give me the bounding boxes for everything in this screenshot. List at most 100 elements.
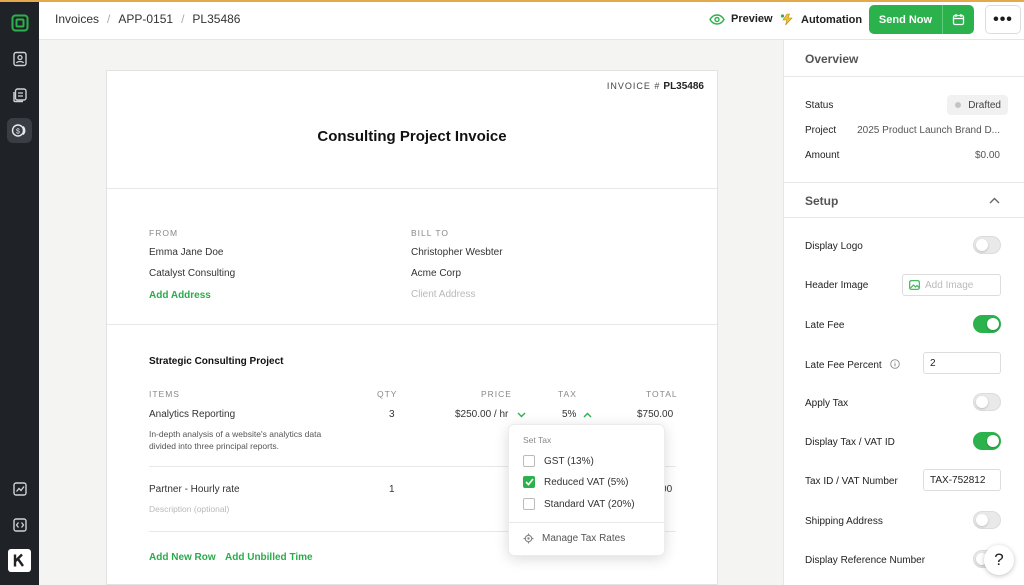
project-label: Project bbox=[805, 125, 837, 136]
item-name[interactable]: Analytics Reporting bbox=[149, 409, 235, 420]
breadcrumb-invoices[interactable]: Invoices bbox=[55, 12, 99, 26]
tax-option-gst[interactable]: GST (13%) bbox=[523, 455, 594, 467]
status-value: Drafted bbox=[968, 99, 1001, 111]
left-rail: $ bbox=[0, 2, 39, 585]
from-label: FROM bbox=[149, 228, 179, 238]
calendar-icon bbox=[952, 14, 965, 26]
chevron-up-icon[interactable] bbox=[989, 197, 1000, 204]
info-icon[interactable] bbox=[889, 359, 900, 369]
project-title[interactable]: Strategic Consulting Project bbox=[149, 356, 283, 367]
late-fee-percent-text: Late Fee Percent bbox=[805, 360, 882, 371]
add-new-row-link[interactable]: Add New Row bbox=[149, 552, 216, 563]
preview-button[interactable]: Preview bbox=[709, 13, 773, 25]
add-image-button[interactable]: Add Image bbox=[902, 274, 1001, 296]
breadcrumb-separator: / bbox=[181, 12, 185, 26]
checkbox-icon[interactable] bbox=[523, 498, 535, 510]
amount-value: $0.00 bbox=[974, 150, 1000, 161]
qty-column-header: QTY bbox=[377, 389, 398, 399]
tax-option-label: GST (13%) bbox=[544, 455, 594, 467]
tax-option-reduced-vat[interactable]: Reduced VAT (5%) bbox=[523, 476, 628, 488]
tax-id-input[interactable]: TAX-752812 bbox=[923, 469, 1001, 491]
checkbox-checked-icon[interactable] bbox=[523, 476, 535, 488]
item-qty[interactable]: 1 bbox=[389, 484, 395, 495]
more-options-button[interactable]: ••• bbox=[985, 5, 1021, 34]
contacts-icon[interactable] bbox=[7, 46, 32, 71]
setup-heading[interactable]: Setup bbox=[805, 194, 838, 208]
apply-tax-label: Apply Tax bbox=[805, 398, 849, 409]
preview-label: Preview bbox=[731, 13, 773, 25]
main-area: INVOICE # PL35486 Consulting Project Invo… bbox=[39, 40, 783, 585]
app-logo-icon[interactable] bbox=[7, 10, 32, 35]
display-reference-number-label: Display Reference Number bbox=[805, 555, 926, 566]
from-name[interactable]: Emma Jane Doe bbox=[149, 247, 223, 258]
invoice-title[interactable]: Consulting Project Invoice bbox=[107, 128, 717, 145]
total-column-header: TOTAL bbox=[646, 389, 678, 399]
status-badge: Drafted bbox=[947, 95, 1008, 115]
send-now-split-button: Send Now bbox=[869, 5, 974, 34]
late-fee-label: Late Fee bbox=[805, 320, 845, 331]
display-logo-label: Display Logo bbox=[805, 241, 863, 252]
bill-to-name[interactable]: Christopher Wesbter bbox=[411, 247, 503, 258]
items-column-header: ITEMS bbox=[149, 389, 180, 399]
tax-column-header: TAX bbox=[558, 389, 577, 399]
send-now-button[interactable]: Send Now bbox=[869, 14, 942, 26]
help-button[interactable]: ? bbox=[984, 545, 1014, 575]
item-description[interactable]: In-depth analysis of a website's analyti… bbox=[149, 429, 321, 439]
bill-to-company[interactable]: Acme Corp bbox=[411, 268, 461, 279]
app: $ Invoices / APP-0151 / PL35486 Preview … bbox=[0, 0, 1024, 585]
shipping-address-label: Shipping Address bbox=[805, 516, 883, 527]
tax-option-standard-vat[interactable]: Standard VAT (20%) bbox=[523, 498, 635, 510]
chevron-up-icon[interactable] bbox=[583, 412, 592, 418]
invoice-number: INVOICE # PL35486 bbox=[607, 81, 704, 92]
project-value[interactable]: 2025 Product Launch Brand D... bbox=[857, 125, 1000, 136]
late-fee-toggle[interactable] bbox=[973, 315, 1001, 333]
code-icon[interactable] bbox=[7, 512, 32, 537]
item-description-line-2[interactable]: divided into three principal reports. bbox=[149, 441, 279, 451]
overview-heading: Overview bbox=[805, 52, 859, 66]
display-tax-id-label: Display Tax / VAT ID bbox=[805, 437, 895, 448]
analytics-icon[interactable] bbox=[7, 476, 32, 501]
late-fee-percent-input[interactable]: 2 bbox=[923, 352, 1001, 374]
status-label: Status bbox=[805, 100, 834, 111]
header-image-label: Header Image bbox=[805, 280, 869, 291]
tax-id-label: Tax ID / VAT Number bbox=[805, 476, 898, 487]
add-unbilled-time-link[interactable]: Add Unbilled Time bbox=[225, 552, 313, 563]
price-column-header: PRICE bbox=[481, 389, 512, 399]
automation-button[interactable]: Automation bbox=[780, 13, 862, 26]
manage-tax-rates-button[interactable]: Manage Tax Rates bbox=[523, 533, 625, 544]
breadcrumb-app-id[interactable]: APP-0151 bbox=[118, 12, 173, 26]
late-fee-percent-label: Late Fee Percent bbox=[805, 359, 900, 371]
item-price[interactable]: $250.00 / hr bbox=[455, 409, 508, 420]
svg-text:$: $ bbox=[16, 128, 20, 135]
billing-icon[interactable]: $ bbox=[7, 118, 32, 143]
shipping-address-toggle[interactable] bbox=[973, 511, 1001, 529]
item-name[interactable]: Partner - Hourly rate bbox=[149, 484, 240, 495]
item-qty[interactable]: 3 bbox=[389, 409, 395, 420]
add-address-link[interactable]: Add Address bbox=[149, 290, 211, 301]
invoice-document: INVOICE # PL35486 Consulting Project Invo… bbox=[106, 70, 718, 585]
item-description-input[interactable]: Description (optional) bbox=[149, 504, 229, 514]
add-image-label: Add Image bbox=[925, 279, 974, 291]
divider bbox=[784, 182, 1024, 183]
divider bbox=[107, 188, 717, 189]
breadcrumb-invoice-id: PL35486 bbox=[192, 12, 241, 26]
image-icon bbox=[909, 280, 920, 290]
apply-tax-toggle[interactable] bbox=[973, 393, 1001, 411]
item-total: $750.00 bbox=[637, 409, 674, 420]
item-tax[interactable]: 5% bbox=[562, 409, 576, 420]
invoice-number-value[interactable]: PL35486 bbox=[663, 81, 704, 92]
invoice-number-label: INVOICE # bbox=[606, 81, 661, 91]
display-tax-id-toggle[interactable] bbox=[973, 432, 1001, 450]
schedule-button[interactable] bbox=[942, 5, 974, 34]
checkbox-icon[interactable] bbox=[523, 455, 535, 467]
display-logo-toggle[interactable] bbox=[973, 236, 1001, 254]
amount-label: Amount bbox=[805, 150, 840, 161]
automation-label: Automation bbox=[801, 13, 863, 26]
client-address-input[interactable]: Client Address bbox=[411, 289, 475, 300]
from-company[interactable]: Catalyst Consulting bbox=[149, 268, 235, 279]
chevron-down-icon[interactable] bbox=[517, 412, 526, 418]
set-tax-title: Set Tax bbox=[523, 435, 552, 445]
documents-icon[interactable] bbox=[7, 82, 32, 107]
brand-logo-icon[interactable] bbox=[8, 549, 31, 572]
status-dot-icon bbox=[955, 102, 962, 108]
